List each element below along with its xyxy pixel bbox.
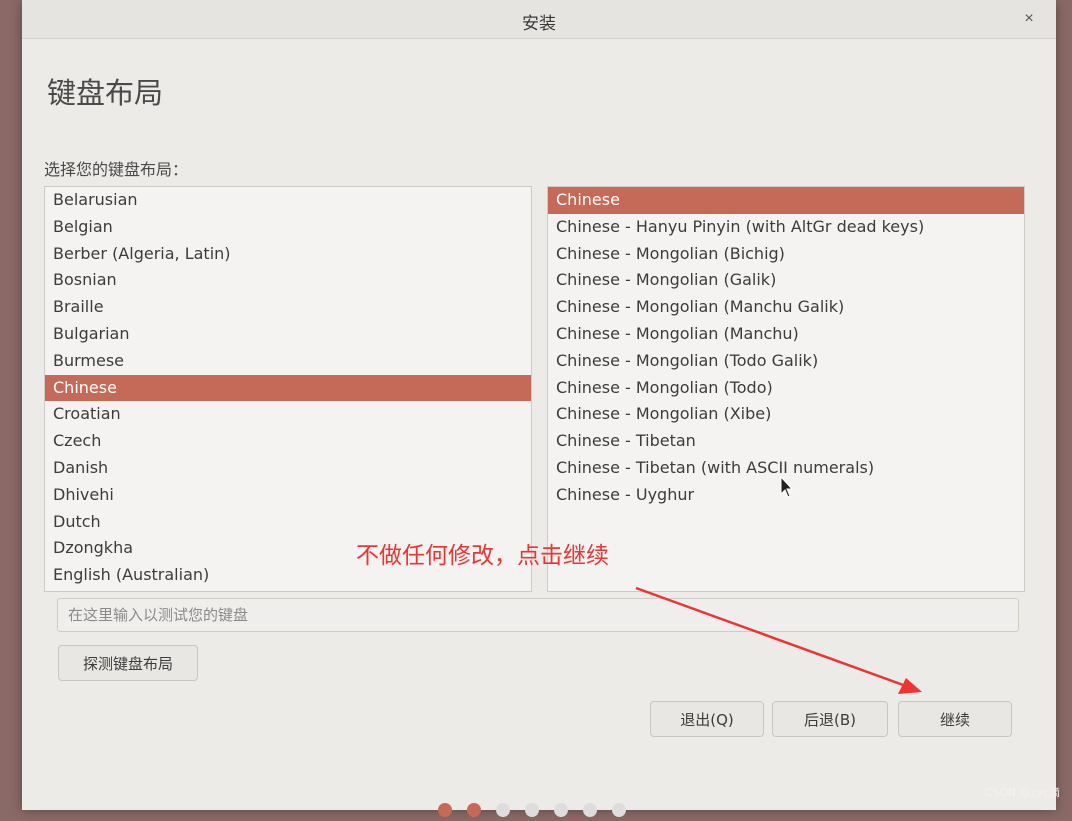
installer-window: 安装 × 键盘布局 选择您的键盘布局： Belarusian Belgian Ber… <box>22 0 1056 810</box>
layout-list-item[interactable]: Chinese <box>45 374 531 402</box>
layout-list-item[interactable]: Burmese <box>45 348 531 375</box>
annotation-text: 不做任何修改，点击继续 <box>356 543 609 569</box>
layout-list[interactable]: Belarusian Belgian Berber (Algeria, Latin)… <box>44 186 532 592</box>
detect-layout-button[interactable]: 探测键盘布局 <box>58 645 198 681</box>
mouse-pointer-icon <box>780 476 794 498</box>
layout-list-item[interactable]: Bulgarian <box>45 321 531 348</box>
window-title: 安装 <box>522 14 556 34</box>
step-dot <box>496 803 510 817</box>
variant-list-item[interactable]: Chinese - Mongolian (Bichig) <box>548 241 1024 268</box>
keyboard-test-input[interactable] <box>57 598 1019 632</box>
quit-button[interactable]: 退出(Q) <box>650 701 764 737</box>
layout-list-item[interactable]: Braille <box>45 294 531 321</box>
variant-list[interactable]: Chinese Chinese - Hanyu Pinyin (with AltG… <box>547 186 1025 592</box>
watermark: CSDN @zyc滴 <box>984 786 1060 799</box>
variant-list-item[interactable]: Chinese - Mongolian (Todo) <box>548 375 1024 402</box>
layout-list-item[interactable]: Dhivehi <box>45 482 531 509</box>
layout-list-item[interactable]: Belgian <box>45 214 531 241</box>
step-dot <box>467 803 481 817</box>
page-title: 键盘布局 <box>47 76 164 110</box>
variant-list-item[interactable]: Chinese - Hanyu Pinyin (with AltGr dead … <box>548 214 1024 241</box>
layout-list-item[interactable]: Croatian <box>45 401 531 428</box>
layout-list-item[interactable]: Czech <box>45 428 531 455</box>
step-dot <box>612 803 626 817</box>
step-dot <box>583 803 597 817</box>
step-dot <box>525 803 539 817</box>
variant-list-item[interactable]: Chinese - Mongolian (Todo Galik) <box>548 348 1024 375</box>
variant-list-item[interactable]: Chinese - Tibetan <box>548 428 1024 455</box>
progress-steps <box>438 802 641 821</box>
variant-list-item[interactable]: Chinese - Mongolian (Manchu Galik) <box>548 294 1024 321</box>
layout-list-item[interactable]: Belarusian <box>45 187 531 214</box>
layout-prompt: 选择您的键盘布局： <box>44 160 189 179</box>
back-button[interactable]: 后退(B) <box>772 701 888 737</box>
layout-list-item[interactable]: Dutch <box>45 509 531 536</box>
close-button[interactable]: × <box>1016 6 1042 32</box>
close-icon: × <box>1024 10 1034 27</box>
variant-list-item[interactable]: Chinese - Mongolian (Xibe) <box>548 401 1024 428</box>
variant-list-item[interactable]: Chinese <box>548 187 1024 214</box>
variant-list-item[interactable]: Chinese - Mongolian (Manchu) <box>548 321 1024 348</box>
layout-list-item[interactable]: Danish <box>45 455 531 482</box>
step-dot <box>438 803 452 817</box>
variant-list-item[interactable]: Chinese - Mongolian (Galik) <box>548 267 1024 294</box>
title-bar: 安装 × <box>22 0 1056 39</box>
continue-button[interactable]: 继续 <box>898 701 1012 737</box>
layout-list-item[interactable]: Berber (Algeria, Latin) <box>45 241 531 268</box>
step-dot <box>554 803 568 817</box>
layout-list-item[interactable]: Bosnian <box>45 267 531 294</box>
